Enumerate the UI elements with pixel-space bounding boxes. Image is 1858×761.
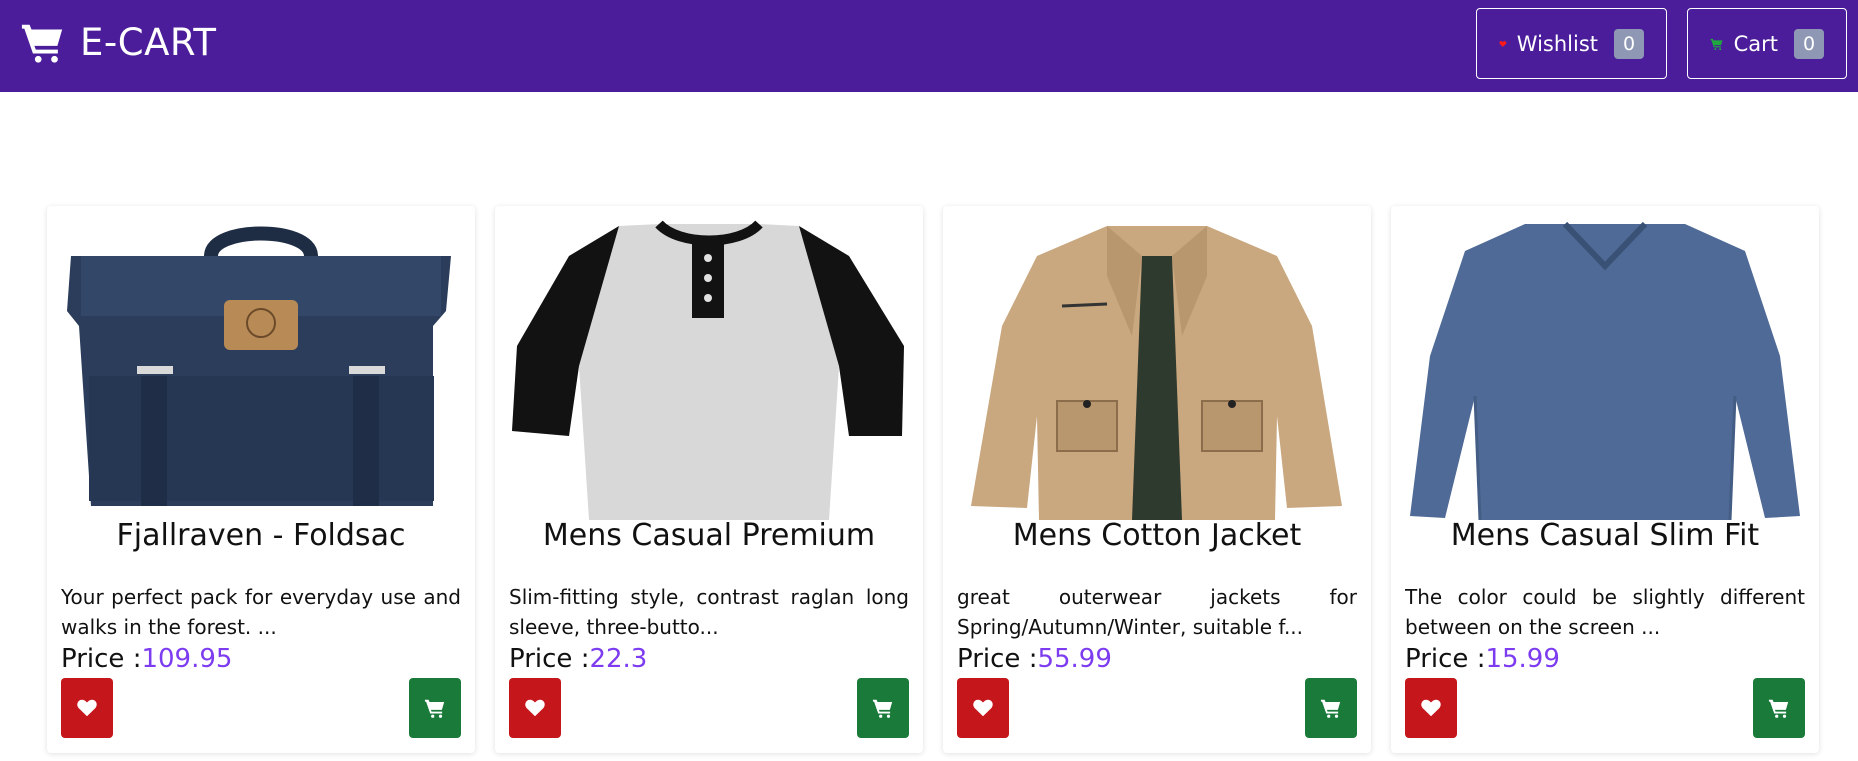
cart-icon <box>424 699 445 718</box>
heart-icon <box>1499 40 1507 47</box>
add-to-wishlist-button[interactable] <box>1405 678 1457 738</box>
price-value: 109.95 <box>141 644 233 674</box>
shopping-cart-icon <box>21 24 63 63</box>
price-value: 22.3 <box>589 644 648 674</box>
navbar: E-CART Wishlist 0 Cart 0 <box>0 0 1858 92</box>
product-price: Price :15.99 <box>1405 644 1560 674</box>
price-label: Price : <box>509 644 590 674</box>
cart-label: Cart <box>1733 31 1778 56</box>
add-to-cart-button[interactable] <box>1305 678 1357 738</box>
add-to-wishlist-button[interactable] <box>957 678 1009 738</box>
heart-icon <box>1421 699 1441 717</box>
price-label: Price : <box>1405 644 1486 674</box>
wishlist-count-badge: 0 <box>1614 28 1644 59</box>
product-image-jacket[interactable] <box>957 216 1357 520</box>
product-card: Mens Casual Slim Fit The color could be … <box>1391 206 1819 753</box>
heart-icon <box>973 699 993 717</box>
cart-icon <box>872 699 893 718</box>
heart-icon <box>77 699 97 717</box>
product-card: Mens Cotton Jacket great outerwear jacke… <box>943 206 1371 753</box>
product-image-long-sleeve-shirt[interactable] <box>1405 216 1805 520</box>
product-price: Price :55.99 <box>957 644 1112 674</box>
add-to-wishlist-button[interactable] <box>61 678 113 738</box>
brand-link[interactable]: E-CART <box>20 18 217 66</box>
price-label: Price : <box>957 644 1038 674</box>
product-title[interactable]: Mens Casual Slim Fit <box>1391 518 1819 553</box>
product-price: Price :22.3 <box>509 644 647 674</box>
wishlist-label: Wishlist <box>1516 31 1598 56</box>
price-value: 55.99 <box>1037 644 1112 674</box>
product-description: Slim-fitting style, contrast raglan long… <box>509 585 909 639</box>
product-description: great outerwear jackets for Spring/Autum… <box>957 585 1357 639</box>
product-title[interactable]: Fjallraven - Foldsac <box>47 518 475 553</box>
product-card: Mens Casual Premium Slim-fitting style, … <box>495 206 923 753</box>
cart-icon <box>1768 699 1789 718</box>
cart-icon <box>1710 38 1723 50</box>
product-description: Your perfect pack for everyday use and w… <box>61 585 461 639</box>
product-description: The color could be slightly different be… <box>1405 585 1805 639</box>
product-title[interactable]: Mens Cotton Jacket <box>943 518 1371 553</box>
brand-name: E-CART <box>80 20 217 64</box>
price-value: 15.99 <box>1485 644 1560 674</box>
wishlist-button[interactable]: Wishlist 0 <box>1476 8 1667 79</box>
product-card: Fjallraven - Foldsac Your perfect pack f… <box>47 206 475 753</box>
heart-icon <box>525 699 545 717</box>
cart-button[interactable]: Cart 0 <box>1687 8 1847 79</box>
add-to-cart-button[interactable] <box>857 678 909 738</box>
add-to-wishlist-button[interactable] <box>509 678 561 738</box>
product-image-tshirt[interactable] <box>509 216 909 520</box>
product-image-backpack[interactable] <box>61 216 461 520</box>
price-label: Price : <box>61 644 142 674</box>
product-price: Price :109.95 <box>61 644 232 674</box>
add-to-cart-button[interactable] <box>409 678 461 738</box>
cart-icon <box>1320 699 1341 718</box>
product-title[interactable]: Mens Casual Premium <box>495 518 923 553</box>
cart-count-badge: 0 <box>1794 28 1824 59</box>
add-to-cart-button[interactable] <box>1753 678 1805 738</box>
